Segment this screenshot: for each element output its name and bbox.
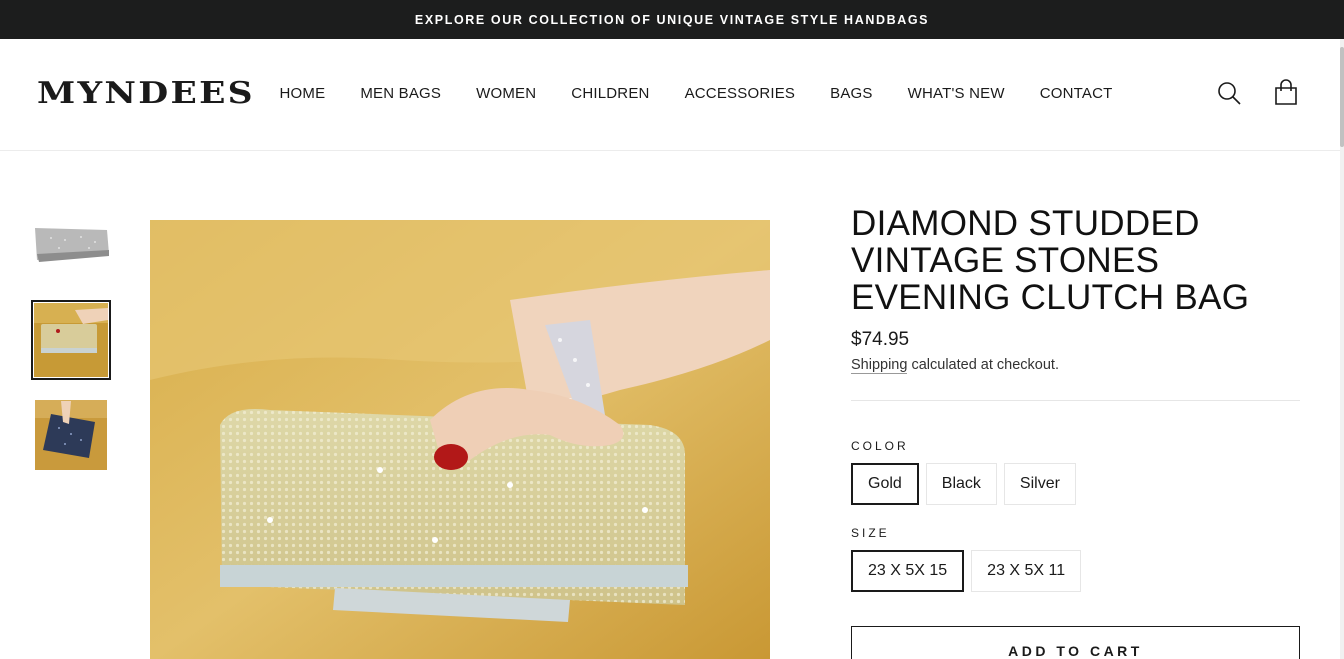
page-scrollbar[interactable] (1340, 39, 1344, 659)
color-options: Gold Black Silver (851, 463, 1300, 505)
product-price: $74.95 (851, 329, 910, 350)
announcement-text: EXPLORE OUR COLLECTION OF UNIQUE VINTAGE… (414, 12, 930, 27)
nav-accessories[interactable]: ACCESSORIES (667, 85, 813, 103)
shipping-text: calculated at checkout. (907, 357, 1059, 373)
nav-contact[interactable]: CONTACT (1022, 85, 1130, 103)
size-option-11[interactable]: 23 X 5X 11 (971, 550, 1082, 592)
size-options: 23 X 5X 15 23 X 5X 11 (851, 550, 1300, 592)
brand-logo[interactable]: MYNDEES (37, 76, 255, 111)
size-label: SIZE (851, 526, 890, 540)
shipping-note: Shipping calculated at checkout. (851, 357, 1300, 374)
nav-women[interactable]: WOMEN (459, 85, 554, 103)
shopping-bag-icon[interactable] (1272, 79, 1300, 107)
color-label: COLOR (851, 439, 909, 453)
divider (851, 400, 1300, 401)
scrollbar-thumb[interactable] (1340, 47, 1344, 147)
shipping-link[interactable]: Shipping (851, 357, 908, 374)
size-option-15[interactable]: 23 X 5X 15 (851, 550, 965, 592)
nav-bags[interactable]: BAGS (813, 85, 890, 103)
thumbnail-black-clutch[interactable] (31, 398, 111, 478)
main-nav: HOME MEN BAGS WOMEN CHILDREN ACCESSORIES… (262, 85, 1130, 103)
nav-whats-new[interactable]: WHAT'S NEW (890, 85, 1022, 103)
search-icon[interactable] (1215, 79, 1243, 107)
thumbnail-gold-clutch[interactable] (31, 300, 111, 380)
nav-children[interactable]: CHILDREN (554, 85, 667, 103)
color-option-black[interactable]: Black (925, 463, 997, 505)
color-option-silver[interactable]: Silver (1003, 463, 1076, 505)
color-option-gold[interactable]: Gold (851, 463, 919, 505)
thumbnail-silver-clutch[interactable] (31, 210, 111, 290)
add-to-cart-button[interactable]: ADD TO CART (851, 626, 1300, 659)
main-product-image[interactable] (150, 220, 770, 659)
site-header: MYNDEES HOME MEN BAGS WOMEN CHILDREN ACC… (0, 39, 1340, 151)
product-title: DIAMOND STUDDED VINTAGE STONES EVENING C… (851, 204, 1250, 317)
nav-men-bags[interactable]: MEN BAGS (343, 85, 459, 103)
nav-home[interactable]: HOME (262, 85, 343, 103)
product-info: DIAMOND STUDDED VINTAGE STONES EVENING C… (851, 205, 1300, 592)
announcement-bar: EXPLORE OUR COLLECTION OF UNIQUE VINTAGE… (0, 0, 1344, 39)
